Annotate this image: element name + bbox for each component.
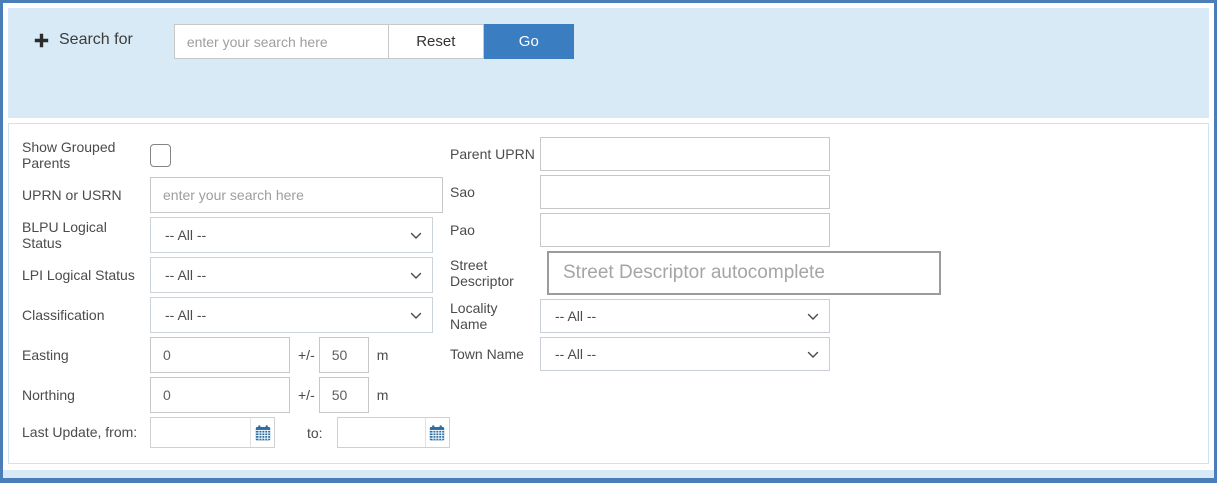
last-update-row: Last Update, from: to: [22, 417, 450, 448]
uprn-usrn-input[interactable] [150, 177, 443, 213]
easting-tolerance-input[interactable] [318, 337, 369, 373]
easting-unit-label: m [376, 347, 389, 363]
easting-row: Easting +/- m [22, 337, 450, 373]
search-for-label: Search for [59, 31, 133, 48]
northing-input[interactable] [150, 377, 290, 413]
street-descriptor-row: Street Descriptor [450, 251, 1208, 295]
last-update-label: Last Update, from: [22, 424, 138, 441]
last-update-to-input[interactable] [337, 418, 425, 447]
lpi-status-select[interactable]: -- All -- [151, 258, 432, 292]
reset-button[interactable]: Reset [388, 24, 484, 59]
locality-name-select[interactable]: -- All -- [541, 300, 829, 332]
blpu-status-row: BLPU Logical Status -- All -- [22, 217, 450, 253]
grouped-parents-label: Show Grouped Parents [22, 138, 116, 171]
calendar-icon[interactable] [250, 418, 274, 447]
northing-unit-label: m [376, 387, 389, 403]
pao-input[interactable] [540, 213, 830, 247]
blpu-status-select-wrap: -- All -- [150, 217, 433, 253]
show-grouped-parents-checkbox[interactable] [150, 143, 171, 167]
pao-label: Pao [450, 221, 475, 238]
main-search-input[interactable] [173, 24, 389, 59]
last-update-to-label: to: [307, 424, 323, 441]
locality-name-row: Locality Name -- All -- [450, 299, 1208, 333]
last-update-from-group [150, 417, 275, 448]
classification-label: Classification [22, 306, 105, 323]
locality-name-select-wrap: -- All -- [540, 299, 830, 333]
uprn-usrn-row: UPRN or USRN [22, 177, 450, 213]
form-left-column: Show Grouped Parents UPRN or USRN BLPU L… [22, 137, 450, 463]
blpu-status-select[interactable]: -- All -- [151, 218, 432, 252]
northing-plus-minus-label: +/- [298, 387, 315, 403]
form-right-column: Parent UPRN Sao Pao Street Descriptor Lo… [450, 137, 1208, 463]
northing-label: Northing [22, 386, 75, 403]
last-update-from-input[interactable] [151, 418, 250, 447]
sao-label: Sao [450, 183, 475, 200]
classification-select-wrap: -- All -- [150, 297, 433, 333]
last-update-to-group [336, 417, 450, 448]
locality-name-label: Locality Name [450, 299, 498, 332]
sao-row: Sao [450, 175, 1208, 209]
classification-row: Classification -- All -- [22, 297, 450, 333]
town-name-label: Town Name [450, 345, 524, 362]
advanced-search-panel: Show Grouped Parents UPRN or USRN BLPU L… [8, 123, 1209, 464]
go-button[interactable]: Go [483, 24, 574, 59]
bottom-edge-strip [3, 470, 1214, 478]
town-name-select[interactable]: -- All -- [541, 338, 829, 370]
lpi-status-select-wrap: -- All -- [150, 257, 433, 293]
parent-uprn-label: Parent UPRN [450, 145, 535, 162]
street-descriptor-label: Street Descriptor [450, 256, 514, 289]
parent-uprn-input[interactable] [540, 137, 830, 171]
easting-input[interactable] [150, 337, 290, 373]
blpu-status-label: BLPU Logical Status [22, 218, 107, 251]
easting-plus-minus-label: +/- [298, 347, 315, 363]
calendar-icon[interactable] [424, 418, 449, 447]
sao-input[interactable] [540, 175, 830, 209]
lpi-status-row: LPI Logical Status -- All -- [22, 257, 450, 293]
app-frame: Search for Reset Go Show Grouped Parents… [0, 0, 1217, 483]
town-name-row: Town Name -- All -- [450, 337, 1208, 371]
northing-tolerance-input[interactable] [318, 377, 369, 413]
search-group: Reset Go [173, 24, 574, 59]
town-name-select-wrap: -- All -- [540, 337, 830, 371]
parent-uprn-row: Parent UPRN [450, 137, 1208, 171]
search-panel: Search for Reset Go [8, 8, 1209, 118]
plus-icon[interactable] [34, 33, 49, 53]
easting-label: Easting [22, 346, 69, 363]
street-descriptor-input[interactable] [547, 251, 941, 295]
classification-select[interactable]: -- All -- [151, 298, 432, 332]
uprn-usrn-label: UPRN or USRN [22, 186, 122, 203]
grouped-parents-row: Show Grouped Parents [22, 137, 450, 173]
northing-row: Northing +/- m [22, 377, 450, 413]
lpi-status-label: LPI Logical Status [22, 266, 135, 283]
pao-row: Pao [450, 213, 1208, 247]
